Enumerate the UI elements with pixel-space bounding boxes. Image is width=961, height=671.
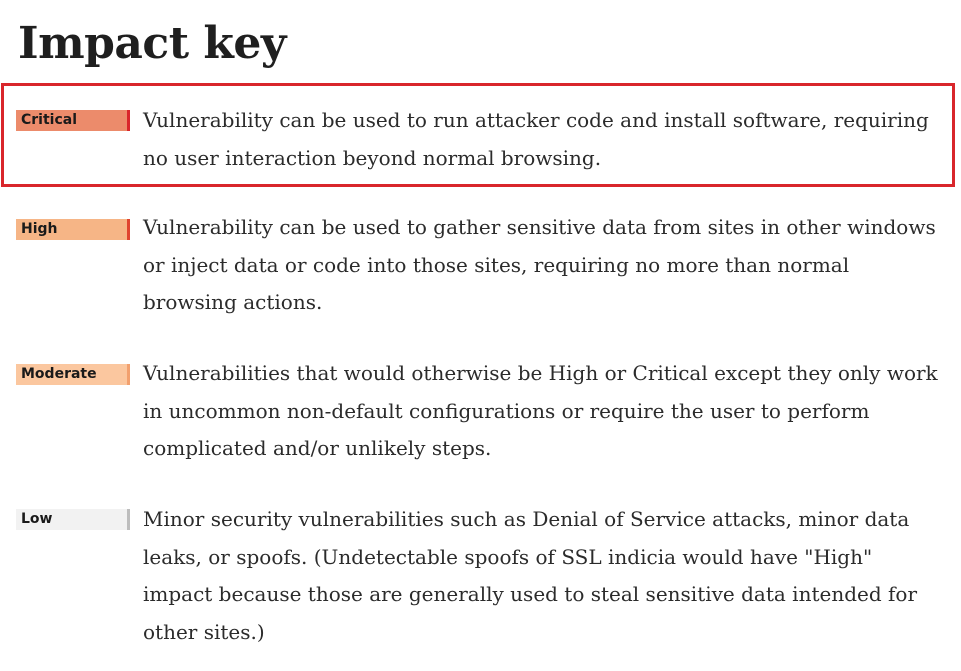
impact-badge-critical: Critical (16, 110, 130, 131)
page-title: Impact key (18, 18, 286, 69)
impact-badge-low: Low (16, 509, 130, 530)
impact-description-moderate: Vulnerabilities that would otherwise be … (143, 361, 938, 460)
impact-badge-high: High (16, 219, 130, 240)
impact-badge-moderate: Moderate (16, 364, 130, 385)
impact-description-critical: Vulnerability can be used to run attacke… (143, 108, 929, 170)
impact-description-high: Vulnerability can be used to gather sens… (143, 215, 936, 314)
impact-description-low: Minor security vulnerabilities such as D… (143, 507, 918, 644)
